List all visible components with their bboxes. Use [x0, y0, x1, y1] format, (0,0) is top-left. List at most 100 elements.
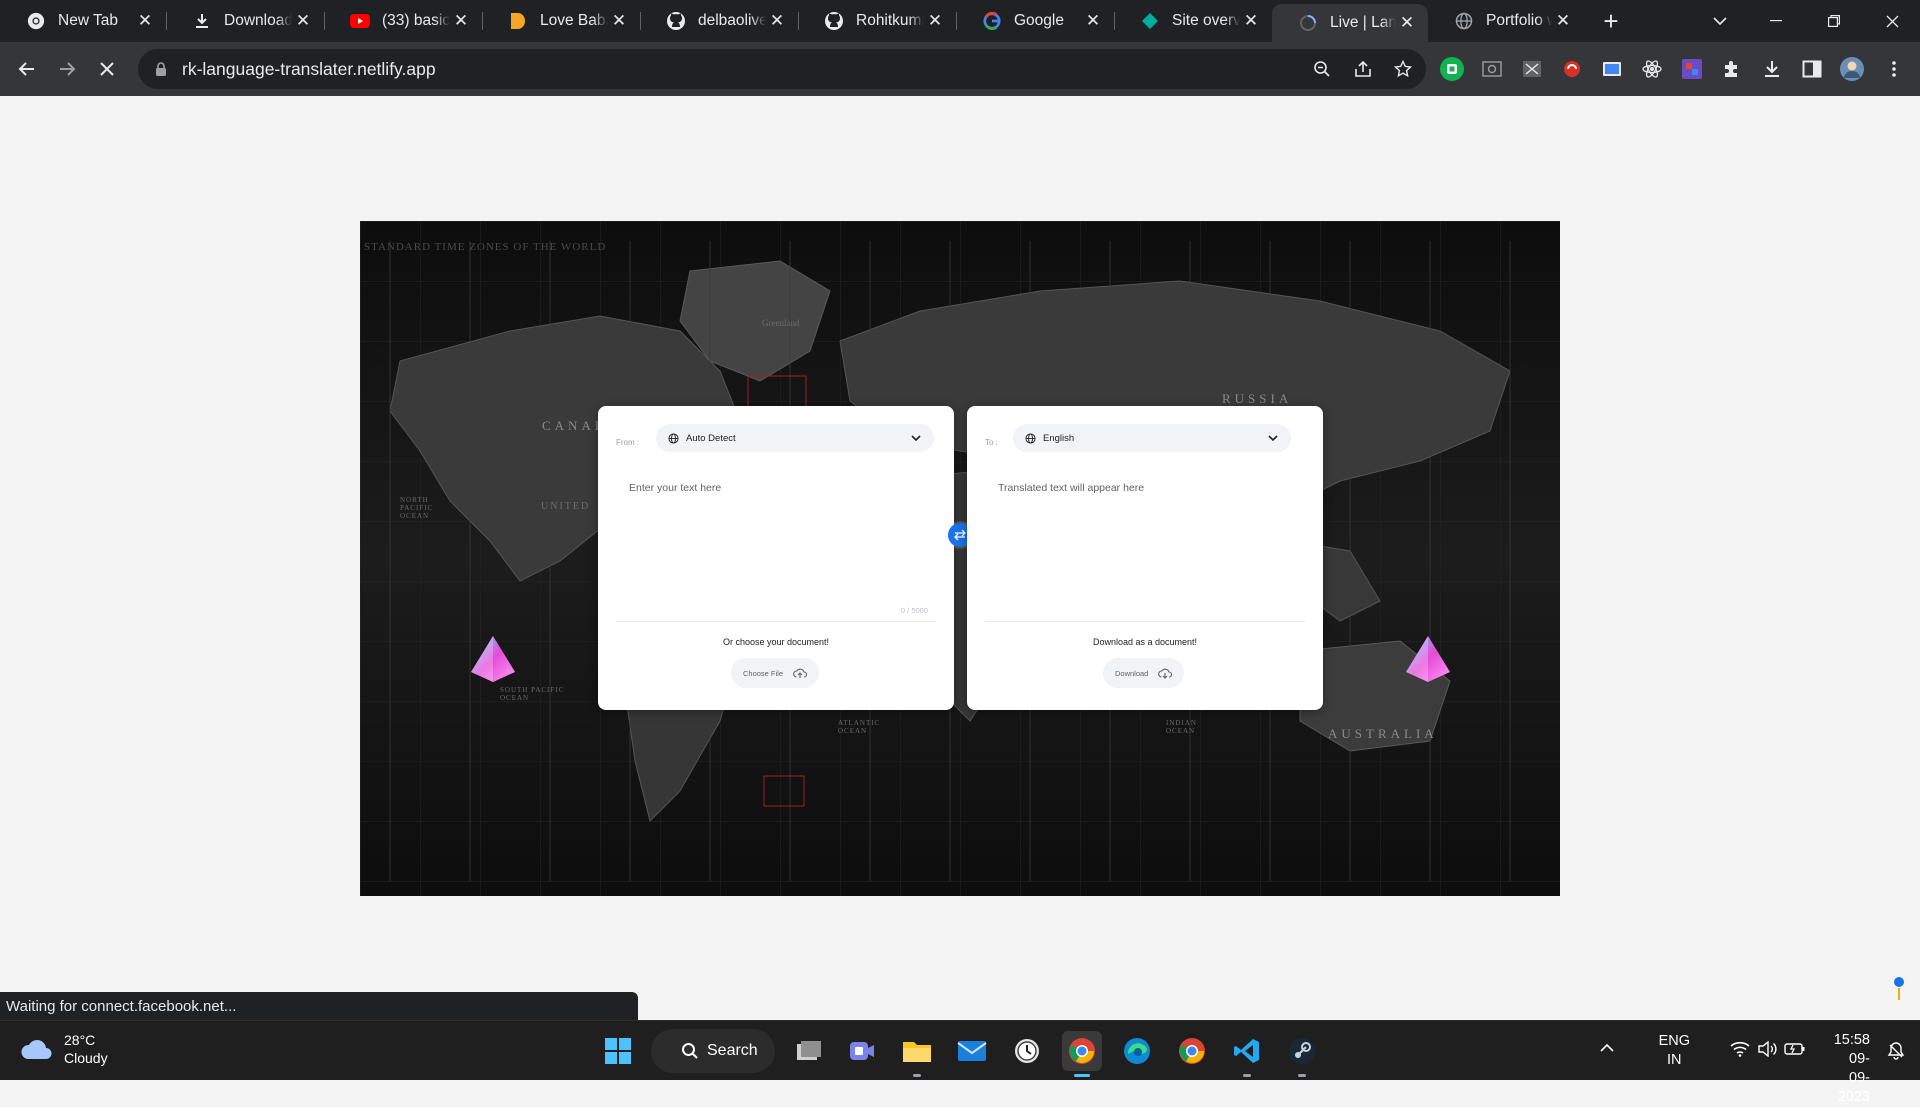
bookmark-star-icon[interactable] — [1392, 58, 1414, 80]
map-label: Greenland — [762, 318, 800, 328]
map-label: INDIAN OCEAN — [1166, 719, 1197, 735]
profile-avatar[interactable] — [1839, 56, 1865, 82]
steam-icon — [1289, 1038, 1315, 1064]
prism-decoration-right — [1406, 636, 1450, 682]
restore-button[interactable] — [1806, 0, 1862, 42]
extension-image-icon[interactable] — [1599, 56, 1625, 82]
download-button[interactable]: Download — [1103, 658, 1185, 688]
tab-github-rohitkumar[interactable]: Rohitkumar ✕ — [798, 4, 957, 38]
battery-icon[interactable] — [1784, 1041, 1806, 1061]
steam-button[interactable] — [1282, 1031, 1322, 1077]
taskbar-search[interactable]: Search — [651, 1029, 775, 1073]
chrome-taskbar-button-active[interactable] — [1062, 1031, 1102, 1077]
new-tab-button[interactable]: + — [1596, 6, 1626, 36]
close-window-button[interactable] — [1864, 0, 1920, 42]
close-icon[interactable]: ✕ — [450, 10, 472, 32]
chrome-icon — [26, 11, 46, 31]
file-explorer-button[interactable] — [897, 1031, 937, 1077]
tab-netlify-site-overview[interactable]: Site overvie ✕ — [1114, 4, 1272, 38]
search-icon — [682, 1043, 698, 1059]
tab-title: delbaoliveir — [698, 12, 766, 29]
downloads-icon[interactable] — [1759, 56, 1785, 82]
tab-new-tab[interactable]: New Tab ✕ — [0, 4, 167, 38]
side-panel-icon[interactable] — [1799, 56, 1825, 82]
stop-icon — [100, 62, 114, 76]
close-icon[interactable]: ✕ — [766, 10, 788, 32]
globe-icon — [1454, 11, 1474, 31]
map-label: ATLANTIC OCEAN — [838, 719, 881, 735]
language-code: ENG — [1658, 1033, 1690, 1049]
close-icon[interactable]: ✕ — [1240, 10, 1262, 32]
show-hidden-icons-button[interactable] — [1600, 1041, 1614, 1057]
chrome-icon — [1179, 1038, 1205, 1064]
choose-file-button[interactable]: Choose File — [731, 658, 820, 688]
notifications-icon[interactable] — [1886, 1041, 1906, 1065]
github-icon — [666, 11, 686, 31]
zoom-icon[interactable] — [1311, 58, 1333, 80]
arrow-right-icon — [60, 62, 76, 76]
volume-icon[interactable] — [1758, 1040, 1778, 1061]
edge-icon — [1124, 1038, 1150, 1064]
chrome-taskbar-button[interactable] — [1172, 1031, 1212, 1071]
browser-tab-strip: New Tab ✕ Downloads ✕ (33) basic p ✕ Lov… — [0, 0, 1920, 42]
browser-toolbar: rk-language-translater.netlify.app — [0, 42, 1920, 96]
tab-youtube[interactable]: (33) basic p ✕ — [324, 4, 483, 38]
start-icon — [605, 1038, 631, 1064]
world-map-image — [360, 221, 1560, 896]
extension-green-icon[interactable] — [1439, 56, 1465, 82]
extension-red-icon[interactable] — [1559, 56, 1585, 82]
close-icon[interactable]: ✕ — [924, 10, 946, 32]
start-button[interactable] — [598, 1031, 638, 1071]
extensions-puzzle-icon[interactable] — [1719, 56, 1745, 82]
tab-github-delbaoliveira[interactable]: delbaoliveir ✕ — [640, 4, 799, 38]
tab-live-language[interactable]: Live | Langu ✕ — [1272, 4, 1428, 42]
close-icon[interactable]: ✕ — [292, 10, 314, 32]
prism-decoration-left — [471, 636, 515, 682]
minimize-icon — [1770, 20, 1782, 22]
chevron-down-icon — [910, 432, 922, 444]
browser-menu-icon[interactable] — [1881, 56, 1907, 82]
cloud-download-icon — [1158, 666, 1173, 680]
extension-window-icon[interactable] — [1519, 56, 1545, 82]
wifi-icon[interactable] — [1730, 1041, 1750, 1061]
minimize-button[interactable] — [1748, 0, 1804, 42]
clock-app-button[interactable] — [1007, 1031, 1047, 1071]
close-icon[interactable]: ✕ — [608, 10, 630, 32]
weather-widget[interactable]: 28°C Cloudy — [20, 1031, 108, 1067]
language-indicator[interactable]: ENG IN — [1659, 1032, 1690, 1070]
tab-downloads[interactable]: Downloads ✕ — [166, 4, 325, 38]
map-label: UNITED — [541, 501, 591, 512]
share-icon[interactable] — [1352, 58, 1374, 80]
close-icon[interactable]: ✕ — [1082, 10, 1104, 32]
mail-button[interactable] — [952, 1031, 992, 1071]
target-language-select[interactable]: English — [1013, 424, 1291, 452]
forward-button[interactable] — [50, 52, 84, 86]
tab-title: Portfolio w — [1486, 12, 1552, 29]
task-view-button[interactable] — [789, 1031, 829, 1071]
back-button[interactable] — [10, 52, 44, 86]
extension-colorful-icon[interactable] — [1679, 56, 1705, 82]
tab-portfolio[interactable]: Portfolio w ✕ — [1428, 4, 1584, 38]
close-icon[interactable]: ✕ — [134, 10, 156, 32]
close-icon[interactable]: ✕ — [1552, 10, 1574, 32]
edge-button[interactable] — [1117, 1031, 1157, 1071]
clock[interactable]: 15:58 09-09-2023 — [1834, 1031, 1870, 1107]
tab-google[interactable]: Google ✕ — [956, 4, 1115, 38]
from-label: From : — [616, 438, 640, 447]
react-devtools-icon[interactable] — [1639, 56, 1665, 82]
source-text-input[interactable]: Enter your text here — [629, 482, 721, 494]
lock-icon[interactable] — [152, 60, 170, 78]
running-indicator — [1243, 1074, 1251, 1077]
tab-search-button[interactable] — [1692, 0, 1748, 42]
address-bar[interactable]: rk-language-translater.netlify.app — [138, 49, 1426, 89]
tab-title: Love Babar — [540, 12, 608, 29]
tab-love-babbar[interactable]: Love Babar ✕ — [482, 4, 641, 38]
extension-screenshot-icon[interactable] — [1479, 56, 1505, 82]
chevron-down-icon — [1713, 17, 1727, 26]
web-page: STANDARD TIME ZONES OF THE WORLD RUSSIA … — [0, 96, 1920, 1020]
vscode-button[interactable] — [1227, 1031, 1267, 1077]
source-language-select[interactable]: Auto Detect — [656, 424, 934, 452]
teams-button[interactable] — [842, 1031, 882, 1071]
close-icon[interactable]: ✕ — [1396, 12, 1418, 34]
stop-loading-button[interactable] — [90, 52, 124, 86]
